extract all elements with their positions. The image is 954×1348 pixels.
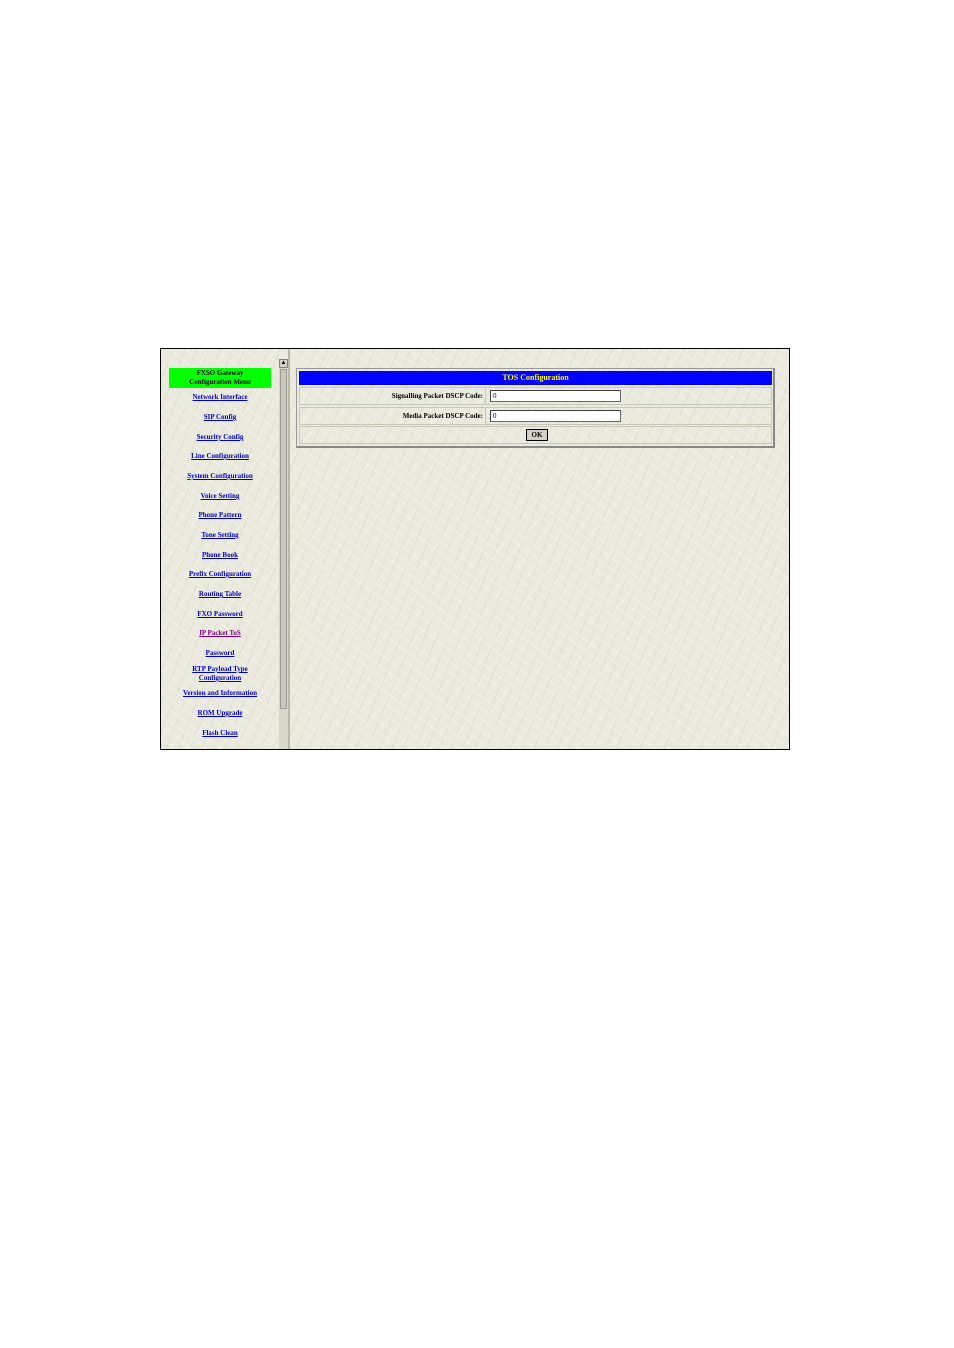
sidebar-item-flash-clean[interactable]: Flash Clean: [161, 729, 279, 738]
signalling-dscp-label: Signalling Packet DSCP Code:: [300, 388, 486, 404]
signalling-dscp-input[interactable]: [490, 390, 621, 402]
sidebar-item-ip-packet-tos[interactable]: IP Packet ToS: [161, 629, 279, 638]
button-row: OK: [299, 426, 772, 444]
tos-config-panel: TOS Configuration Signalling Packet DSCP…: [296, 368, 775, 448]
sidebar-item-rtp-payload-type[interactable]: RTP Payload Type Configuration: [161, 665, 279, 683]
sidebar-item-fxo-password[interactable]: FXO Password: [161, 610, 279, 619]
sidebar-item-sip-config[interactable]: SIP Config: [161, 413, 279, 422]
sidebar-scrollbar[interactable]: ▲: [279, 359, 288, 749]
panel-header: TOS Configuration: [299, 371, 772, 385]
signalling-dscp-row: Signalling Packet DSCP Code:: [299, 387, 772, 405]
sidebar-item-phone-book[interactable]: Phone Book: [161, 551, 279, 560]
ok-button[interactable]: OK: [526, 429, 548, 441]
sidebar-item-tone-setting[interactable]: Tone Setting: [161, 531, 279, 540]
sidebar-item-version-and-information[interactable]: Version and Information: [161, 689, 279, 698]
media-dscp-label: Media Packet DSCP Code:: [300, 408, 486, 424]
media-dscp-input[interactable]: [490, 410, 621, 422]
sidebar-item-network-interface[interactable]: Network Interface: [161, 393, 279, 402]
menu-title-line1: FXSO Gateway: [196, 369, 244, 377]
menu-title: FXSO Gateway Configuration Menu: [169, 368, 271, 388]
sidebar-item-rom-upgrade[interactable]: ROM Upgrade: [161, 709, 279, 718]
menu-title-line2: Configuration Menu: [189, 378, 251, 386]
sidebar-item-security-config[interactable]: Security Config: [161, 433, 279, 442]
scroll-up-arrow-icon[interactable]: ▲: [279, 359, 288, 368]
scroll-thumb[interactable]: [280, 369, 287, 709]
frame-divider[interactable]: [288, 349, 290, 749]
sidebar-item-system-configuration[interactable]: System Configuration: [161, 472, 279, 481]
browser-frame: FXSO Gateway Configuration Menu Network …: [160, 348, 790, 750]
sidebar-item-phone-pattern[interactable]: Phone Pattern: [161, 511, 279, 520]
sidebar-item-routing-table[interactable]: Routing Table: [161, 590, 279, 599]
sidebar-menu: FXSO Gateway Configuration Menu Network …: [161, 349, 279, 749]
sidebar-item-voice-setting[interactable]: Voice Setting: [161, 492, 279, 501]
sidebar-item-password[interactable]: Password: [161, 649, 279, 658]
media-dscp-row: Media Packet DSCP Code:: [299, 407, 772, 425]
rtp-payload-line2: Configuration: [198, 674, 242, 682]
sidebar-item-line-configuration[interactable]: Line Configuration: [161, 452, 279, 461]
sidebar-item-prefix-configuration[interactable]: Prefix Configuration: [161, 570, 279, 579]
rtp-payload-line1: RTP Payload Type: [192, 665, 248, 673]
